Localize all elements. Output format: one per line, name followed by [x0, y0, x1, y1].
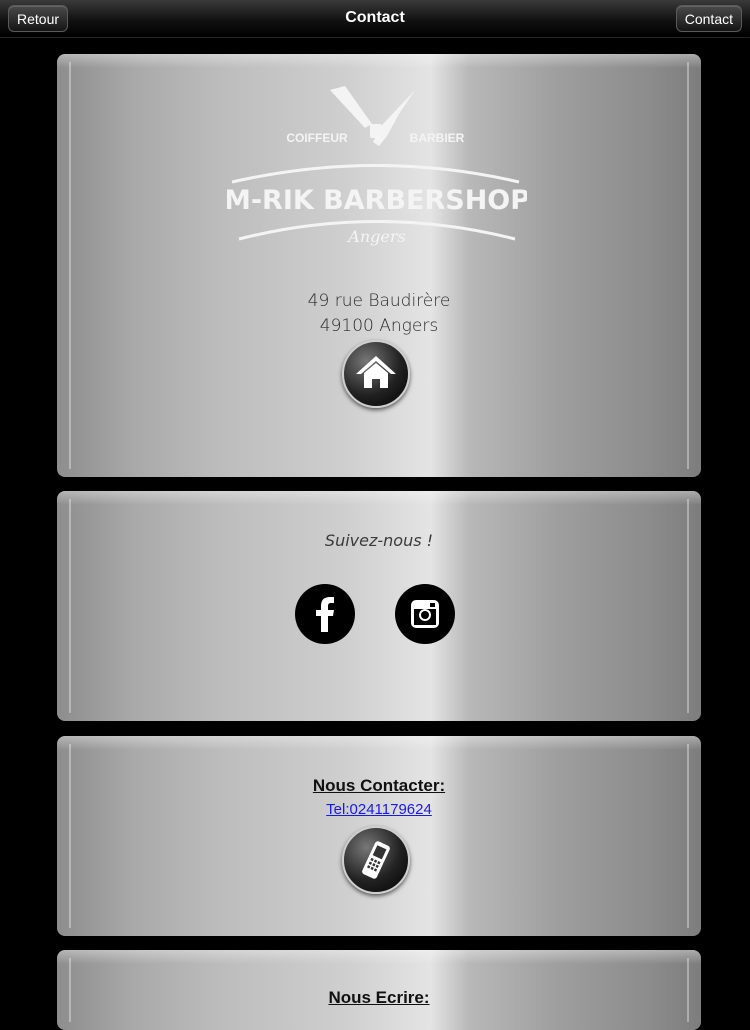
- address-line-2: 49100 Angers: [319, 316, 439, 336]
- logo-name-text: M-RIK BARBERSHOP: [227, 185, 527, 216]
- instagram-button[interactable]: [395, 584, 455, 644]
- call-button[interactable]: [342, 826, 410, 894]
- contact-button[interactable]: Contact: [675, 5, 742, 32]
- page-title: Contact: [345, 9, 405, 26]
- mobile-phone-icon: [362, 841, 390, 879]
- address-line-1: 49 rue Baudirère: [307, 291, 451, 311]
- social-card: Suivez-nous !: [57, 491, 701, 721]
- instagram-icon: [411, 600, 439, 628]
- home-icon: [356, 356, 396, 388]
- barbershop-logo: COIFFEUR BARBIER M-RIK BARBERSHOP Angers: [227, 86, 527, 246]
- phone-link[interactable]: Tel:0241179624: [57, 801, 701, 818]
- email-card: Nous Ecrire:: [57, 950, 701, 1030]
- logo-coiffeur-text: COIFFEUR: [286, 131, 348, 145]
- contact-heading: Nous Contacter:: [312, 776, 446, 795]
- write-heading: Nous Ecrire:: [328, 988, 430, 1007]
- phone-card: Nous Contacter: Tel:0241179624: [57, 736, 701, 936]
- logo-barbier-text: BARBIER: [410, 131, 465, 145]
- logo-city-text: Angers: [346, 227, 405, 246]
- follow-us-heading: Suivez-nous !: [324, 531, 434, 550]
- address-card: COIFFEUR BARBIER M-RIK BARBERSHOP Angers…: [57, 54, 701, 477]
- map-home-button[interactable]: [342, 340, 410, 408]
- facebook-icon: [316, 597, 334, 632]
- nav-bar: Retour Contact Contact: [0, 0, 750, 38]
- facebook-button[interactable]: [295, 584, 355, 644]
